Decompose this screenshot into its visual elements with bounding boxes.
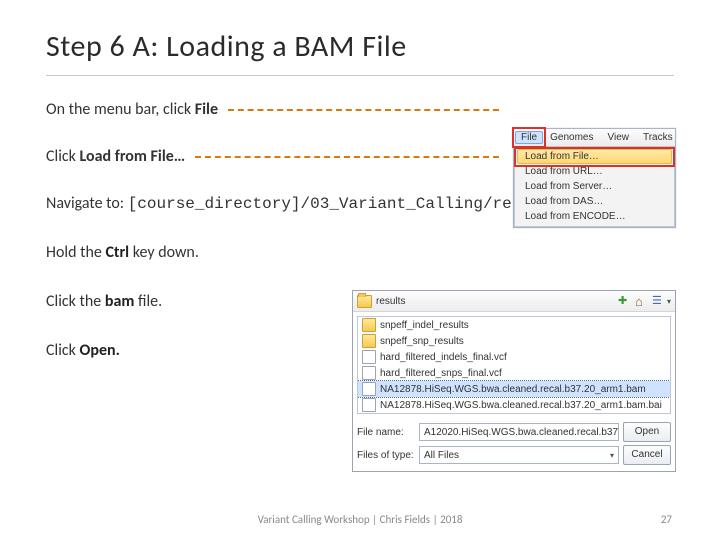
chevron-down-icon[interactable]: ▾ [667,297,671,306]
line5-bold: bam [105,292,135,311]
menu-item-load-from-das[interactable]: Load from DAS… [517,194,672,209]
open-button[interactable]: Open [623,422,671,442]
file-list: snpeff_indel_results snpeff_snp_results … [357,316,671,414]
file-open-dialog: results ▾ snpeff_indel_results snpeff_sn… [352,290,676,472]
dashed-arrow-1 [228,109,499,111]
file-icon [362,366,376,380]
filetype-field[interactable]: All Files ▾ [419,446,619,464]
file-icon [362,398,376,412]
list-item-selected[interactable]: NA12878.HiSeq.WGS.bwa.cleaned.recal.b37.… [358,381,670,397]
list-item-label: snpeff_snp_results [380,336,464,347]
list-item-label: NA12878.HiSeq.WGS.bwa.cleaned.recal.b37.… [380,400,662,411]
menubar-item-file[interactable]: File [515,131,543,144]
view-mode-icon[interactable] [652,295,665,308]
file-menu-dropdown: Load from File… Load from URL… Load from… [514,146,675,227]
filetype-label: Files of type: [357,450,419,461]
line5-post: file. [134,292,162,311]
footer-text: Variant Calling Workshop | Chris Fields … [258,513,463,526]
folder-icon [362,318,376,332]
menu-item-load-from-file[interactable]: Load from File… [517,149,672,164]
line4-post: key down. [129,243,199,262]
menu-bar: File Genomes View Tracks [514,129,675,147]
menu-item-load-from-url[interactable]: Load from URL… [517,164,672,179]
line1-pre: On the menu bar, click [46,100,195,119]
chevron-down-icon[interactable]: ▾ [610,451,614,460]
file-icon [362,350,376,364]
list-item-label: NA12878.HiSeq.WGS.bwa.cleaned.recal.b37.… [380,384,646,395]
file-icon [362,382,376,396]
line2-pre: Click [46,147,80,166]
menu-item-load-from-server[interactable]: Load from Server… [517,179,672,194]
menubar-item-tracks[interactable]: Tracks [636,132,680,143]
list-item-label: hard_filtered_snps_final.vcf [380,368,502,379]
list-item[interactable]: hard_filtered_indels_final.vcf [358,349,670,365]
list-item-label: hard_filtered_indels_final.vcf [380,352,507,363]
line4-bold: Ctrl [105,243,129,262]
dialog-bottom: File name: A12020.HiSeq.WGS.bwa.cleaned.… [353,418,675,471]
page-number: 27 [661,513,672,526]
list-item[interactable]: snpeff_snp_results [358,333,670,349]
line1-bold: File [195,100,218,119]
line3-pre: Navigate to: [46,194,128,213]
folder-icon [362,334,376,348]
line5-pre: Click the [46,292,105,311]
title-rule [46,75,674,76]
list-item[interactable]: NA12878.HiSeq.WGS.bwa.cleaned.recal.b37.… [358,397,670,413]
filetype-value: All Files [424,450,459,461]
line6-bold: Open. [80,341,120,360]
igv-menu-screenshot: File Genomes View Tracks Load from File…… [513,128,676,228]
menu-item-load-from-encode[interactable]: Load from ENCODE… [517,209,672,224]
new-folder-icon[interactable] [618,295,631,308]
instruction-row-4: Hold the Ctrl key down. [46,243,674,262]
list-item[interactable]: hard_filtered_snps_final.vcf [358,365,670,381]
dashed-arrow-2 [195,156,499,158]
slide-footer: Variant Calling Workshop | Chris Fields … [0,513,720,526]
line2-bold: Load from File… [80,147,186,166]
dialog-folder-name: results [376,296,614,307]
line6-pre: Click [46,341,80,360]
folder-icon [357,295,372,308]
menubar-item-genomes[interactable]: Genomes [543,132,600,143]
cancel-button[interactable]: Cancel [623,445,671,465]
instruction-row-1: On the menu bar, click File [46,100,674,119]
line3-code: [course_directory]/03_Variant_Calling/re… [128,195,560,213]
filename-label: File name: [357,427,419,438]
filename-field[interactable]: A12020.HiSeq.WGS.bwa.cleaned.recal.b37.2… [419,423,619,441]
line4-pre: Hold the [46,243,105,262]
slide-title: Step 6 A: Loading a BAM File [46,28,674,65]
menubar-item-view[interactable]: View [600,132,636,143]
home-icon[interactable] [635,295,648,308]
list-item-label: snpeff_indel_results [380,320,469,331]
list-item[interactable]: snpeff_indel_results [358,317,670,333]
dialog-topbar: results ▾ [353,291,675,312]
